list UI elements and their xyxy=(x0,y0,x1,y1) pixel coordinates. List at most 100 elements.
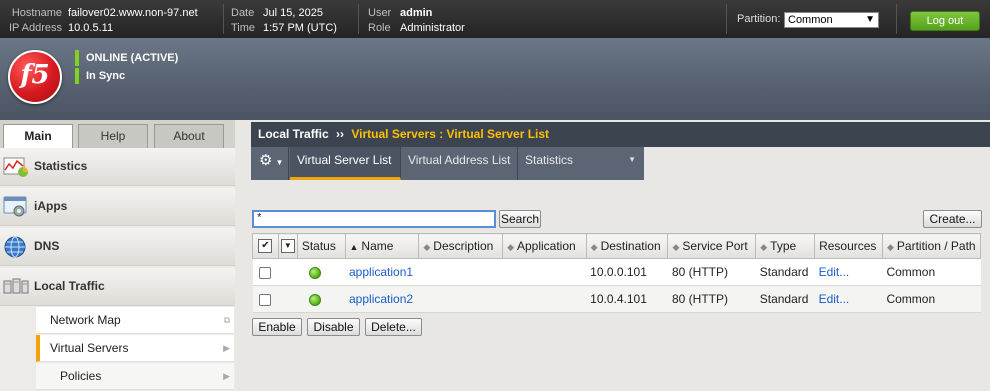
application-cell xyxy=(502,258,587,286)
sort-icon: ◆ xyxy=(590,242,598,252)
sidebar-item-label: Statistics xyxy=(34,159,88,173)
chevron-down-icon: ▼ xyxy=(275,158,284,167)
time-value: 1:57 PM (UTC) xyxy=(263,22,337,34)
tab-virtual-address-list[interactable]: Virtual Address List xyxy=(401,147,518,180)
column-name-label: Name xyxy=(361,239,394,253)
sidebar-subitem-network-map[interactable]: Network Map ⧉ xyxy=(36,307,234,334)
banner: f5 ONLINE (ACTIVE) In Sync xyxy=(0,38,990,120)
sidebar: Statistics iApps DNS Local Traffic Netwo… xyxy=(0,148,235,391)
service-port-cell: 80 (HTTP) xyxy=(667,258,756,286)
disable-button[interactable]: Disable xyxy=(307,318,360,336)
row-checkbox[interactable] xyxy=(259,293,272,306)
tab-about[interactable]: About xyxy=(154,124,224,148)
sort-icon: ◆ xyxy=(423,242,431,252)
gear-menu-button[interactable]: ⚙ ▼ xyxy=(251,147,289,180)
tab-help[interactable]: Help xyxy=(78,124,148,148)
column-partition[interactable]: ◆ Partition / Path xyxy=(881,233,982,259)
tab-statistics-label: Statistics xyxy=(525,153,574,167)
sidebar-item-label: DNS xyxy=(34,239,60,253)
partition-label: Partition: xyxy=(737,13,781,25)
search-button[interactable]: Search xyxy=(499,210,541,228)
row-select-cell[interactable] xyxy=(252,285,279,313)
empty-cell xyxy=(278,258,298,286)
column-partition-label: Partition / Path xyxy=(896,239,976,253)
sidebar-subitem-label: Virtual Servers xyxy=(50,341,129,355)
enable-button[interactable]: Enable xyxy=(252,318,302,336)
edit-resources-link[interactable]: Edit... xyxy=(819,265,850,279)
sidebar-subitem-virtual-servers[interactable]: Virtual Servers ▶ xyxy=(36,335,234,362)
f5-logo: f5 xyxy=(8,50,62,104)
sidebar-item-label: iApps xyxy=(34,199,68,213)
tab-virtual-server-list[interactable]: Virtual Server List xyxy=(290,147,401,180)
sidebar-item-local-traffic[interactable]: Local Traffic xyxy=(0,268,235,306)
sub-tabs: ⚙ ▼ Virtual Server List Virtual Address L… xyxy=(251,147,644,180)
date-label: Date xyxy=(231,7,255,19)
chevron-right-icon: ▶ xyxy=(223,343,230,353)
main-nav-tabs: Main Help About xyxy=(0,120,235,148)
column-service-port[interactable]: ◆ Service Port xyxy=(667,233,757,259)
role-value: Administrator xyxy=(400,22,465,34)
user-value: admin xyxy=(400,7,433,19)
column-destination[interactable]: ◆ Destination xyxy=(585,233,669,259)
description-cell xyxy=(418,258,503,286)
sidebar-item-iapps[interactable]: iApps xyxy=(0,188,235,226)
column-status[interactable]: Status xyxy=(296,233,346,259)
sidebar-subitem-policies[interactable]: Policies ▶ xyxy=(36,363,234,390)
chevron-down-icon: ▼ xyxy=(628,155,636,164)
ip-label: IP Address xyxy=(9,22,62,34)
sidebar-item-label: Local Traffic xyxy=(34,279,105,293)
status-filter-header[interactable]: ▼ xyxy=(277,233,298,259)
resources-cell: Edit... xyxy=(814,285,883,313)
dns-globe-icon xyxy=(3,235,29,259)
column-name[interactable]: ▲ Name xyxy=(344,233,420,259)
edit-resources-link[interactable]: Edit... xyxy=(819,292,850,306)
column-description[interactable]: ◆ Description xyxy=(418,233,504,259)
top-info-bar: Hostname failover02.www.non-97.net IP Add… xyxy=(0,0,990,38)
host-info: Hostname failover02.www.non-97.net IP Add… xyxy=(8,6,198,36)
tab-statistics[interactable]: Statistics ▼ xyxy=(518,147,644,180)
select-all-checkbox[interactable]: ✔ xyxy=(258,239,273,254)
user-info: User admin Role Administrator xyxy=(368,6,465,36)
breadcrumb-section[interactable]: Local Traffic xyxy=(258,127,329,141)
gear-icon: ⚙ xyxy=(259,152,273,169)
logout-button[interactable]: Log out xyxy=(910,11,980,31)
divider xyxy=(896,4,897,34)
destination-cell: 10.0.4.101 xyxy=(586,285,668,313)
row-select-cell[interactable] xyxy=(252,258,279,286)
create-button[interactable]: Create... xyxy=(923,210,982,228)
sidebar-subitem-label: Policies xyxy=(60,369,102,383)
tab-main[interactable]: Main xyxy=(3,124,73,148)
divider xyxy=(358,4,359,34)
sidebar-item-dns[interactable]: DNS xyxy=(0,228,235,266)
column-application-label: Application xyxy=(516,239,576,253)
select-all-header[interactable]: ✔ xyxy=(252,233,279,259)
destination-cell: 10.0.0.101 xyxy=(586,258,668,286)
name-cell: application1 xyxy=(345,258,419,286)
column-resources: Resources xyxy=(814,233,883,259)
search-input[interactable]: * xyxy=(252,210,496,228)
virtual-server-link[interactable]: application1 xyxy=(349,265,413,279)
sidebar-item-statistics[interactable]: Statistics xyxy=(0,148,235,186)
sort-icon: ◆ xyxy=(760,242,768,252)
empty-cell xyxy=(278,285,298,313)
status-online: ONLINE (ACTIVE) xyxy=(75,50,178,66)
status-cell xyxy=(297,285,345,313)
delete-button[interactable]: Delete... xyxy=(365,318,422,336)
partition-select-value: Common xyxy=(788,14,833,26)
breadcrumb-path: Virtual Servers : Virtual Server List xyxy=(351,127,550,141)
column-type[interactable]: ◆ Type xyxy=(755,233,816,259)
column-service-port-label: Service Port xyxy=(682,239,748,253)
column-application[interactable]: ◆ Application xyxy=(502,233,587,259)
status-dropdown-icon[interactable]: ▼ xyxy=(280,239,295,254)
breadcrumb: Local Traffic ›› Virtual Servers : Virtu… xyxy=(251,122,990,147)
divider xyxy=(726,4,727,34)
row-checkbox[interactable] xyxy=(259,266,272,279)
divider xyxy=(223,4,224,34)
sort-icon: ◆ xyxy=(886,242,894,252)
status-available-icon xyxy=(309,293,322,306)
breadcrumb-separator: ›› xyxy=(336,127,345,141)
partition-select[interactable]: Common ▼ xyxy=(784,12,879,28)
sort-icon: ◆ xyxy=(507,242,514,252)
virtual-server-link[interactable]: application2 xyxy=(349,292,413,306)
column-type-label: Type xyxy=(770,239,797,253)
